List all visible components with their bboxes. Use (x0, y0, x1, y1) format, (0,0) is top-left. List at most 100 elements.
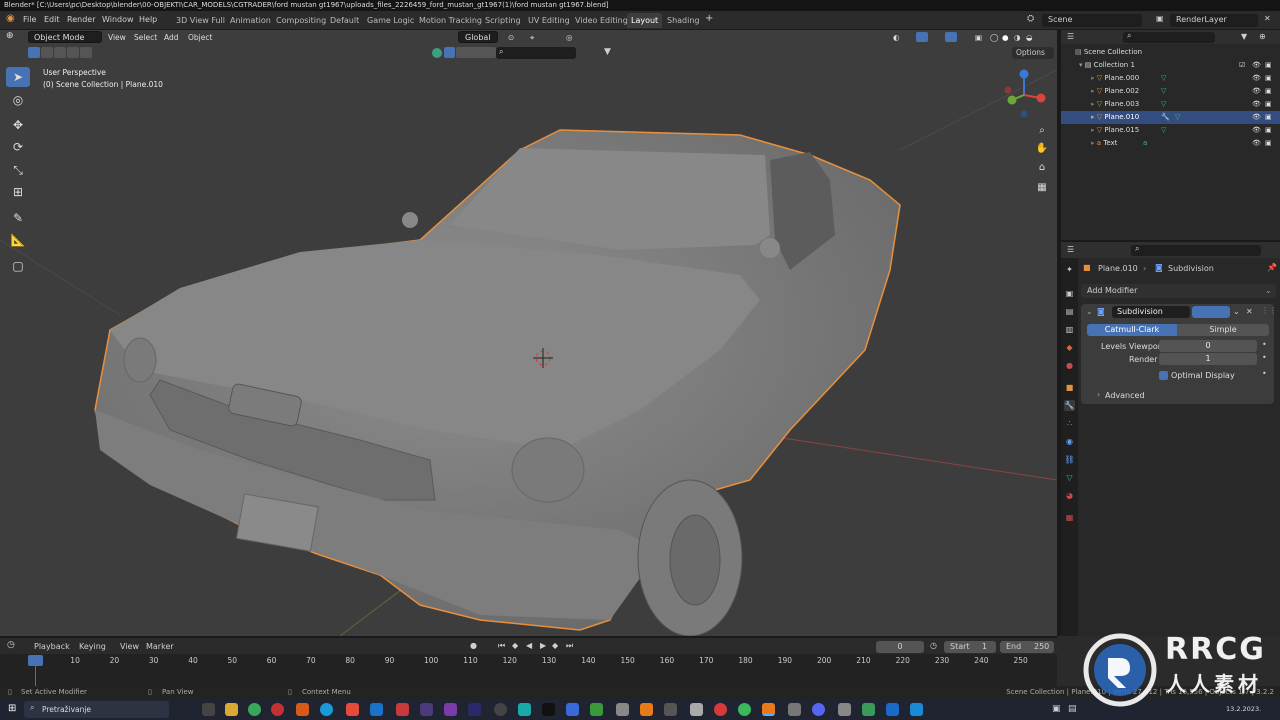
tiktok-icon[interactable] (542, 703, 555, 716)
app7-icon[interactable] (664, 703, 677, 716)
keyframe-dot-icon[interactable]: • (1262, 353, 1267, 362)
menu-render[interactable]: Render (67, 15, 95, 24)
object-tab-icon[interactable]: ■ (1064, 382, 1075, 393)
tab-shading[interactable]: Shading (663, 13, 704, 28)
select-subtract-icon[interactable] (54, 47, 66, 58)
current-frame-input[interactable]: 0 (876, 641, 924, 653)
camera-icon[interactable]: ▣ (1265, 59, 1272, 72)
eye-icon[interactable]: 👁 (1252, 85, 1261, 98)
menu-edit[interactable]: Edit (44, 15, 60, 24)
blender-logo-icon[interactable]: ◉ (6, 13, 15, 24)
editor-type-icon[interactable]: ⊕ (6, 31, 14, 41)
windows-start-icon[interactable]: ⊞ (8, 703, 16, 714)
camera-icon[interactable]: ▣ (1265, 111, 1272, 124)
tab-simple[interactable]: Simple (1177, 324, 1269, 336)
scene-icon[interactable]: ⛭ (1027, 14, 1034, 24)
texture-tab-icon[interactable]: ▦ (1064, 512, 1075, 523)
select-invert-icon[interactable] (67, 47, 79, 58)
camera-tray-icon[interactable]: ▣ (1052, 704, 1061, 714)
opera-icon[interactable] (271, 703, 284, 716)
render-tab-icon[interactable]: ▣ (1064, 288, 1075, 299)
move-tool[interactable]: ✥ (6, 115, 30, 135)
tab-catmull-clark[interactable]: Catmull-Clark (1087, 324, 1177, 336)
draw-box-icon[interactable] (444, 47, 455, 58)
scene-tab-icon[interactable]: ◆ (1064, 342, 1075, 353)
pivot-icon[interactable]: ⊙ (508, 33, 514, 42)
eye-icon[interactable]: 👁 (1252, 59, 1261, 72)
playhead[interactable] (28, 655, 43, 666)
timeline-editor-icon[interactable]: ◷ (7, 640, 15, 650)
app9-icon[interactable] (714, 703, 727, 716)
tab-layout[interactable]: Layout (627, 13, 663, 28)
camera-icon[interactable]: ▣ (1265, 124, 1272, 137)
menu-timeline-view[interactable]: View (120, 642, 139, 651)
cursor-tool[interactable]: ◎ (6, 90, 30, 110)
play-reverse-icon[interactable]: ◀ (526, 641, 532, 650)
app-icon[interactable] (346, 703, 359, 716)
chrome-icon[interactable] (248, 703, 261, 716)
app4-icon[interactable] (566, 703, 579, 716)
data-tab-icon[interactable]: ▽ (1064, 472, 1075, 483)
3d-viewport[interactable]: ⊕ Object Mode View Select Add Object Glo… (0, 30, 1057, 636)
measure-tool[interactable]: 📐 (6, 230, 30, 250)
app5-icon[interactable] (590, 703, 603, 716)
perspective-button[interactable]: ▦ (1032, 177, 1052, 197)
office-icon[interactable] (296, 703, 309, 716)
tool-tab-icon[interactable]: ✦ (1064, 264, 1075, 275)
app13-icon[interactable] (886, 703, 899, 716)
menu-file[interactable]: File (23, 15, 36, 24)
pan-button[interactable]: ✋ (1032, 138, 1052, 158)
app10-icon[interactable] (788, 703, 801, 716)
scale-tool[interactable]: ⤡ (6, 160, 30, 180)
keyframe-dot-icon[interactable]: • (1262, 340, 1267, 349)
tab-3d-view-full[interactable]: 3D View Full (172, 13, 229, 28)
visibility-icon[interactable]: ◐ (893, 33, 900, 42)
outliner-item[interactable]: ▸ a Text a 👁 ▣ (1061, 137, 1280, 150)
frame-ruler[interactable]: 0102030405060708090100110120130140150160… (0, 654, 1057, 686)
drag-handle-icon[interactable]: ⋮⋮ (1261, 306, 1277, 315)
select-new-icon[interactable] (28, 47, 40, 58)
add-workspace-icon[interactable]: + (705, 13, 713, 24)
discord-icon[interactable] (812, 703, 825, 716)
camera-icon[interactable]: ▣ (1265, 98, 1272, 111)
tab-default[interactable]: Default (326, 13, 363, 28)
draw-modes-icon[interactable] (456, 47, 496, 58)
wireframe-shading-icon[interactable]: ◯ (990, 33, 998, 42)
add-modifier-button[interactable]: Add Modifier ⌄ (1081, 284, 1276, 298)
properties-search-input[interactable]: ⌕ (1131, 244, 1261, 256)
eye-icon[interactable]: 👁 (1252, 137, 1261, 150)
mode-selector[interactable]: Object Mode (28, 31, 102, 43)
app12-icon[interactable] (862, 703, 875, 716)
advanced-subpanel[interactable]: Advanced (1105, 391, 1145, 400)
renderlayer-selector[interactable]: RenderLayer (1170, 14, 1258, 27)
tab-uv-editing[interactable]: UV Editing (524, 13, 574, 28)
add-cube-tool[interactable]: ▢ (6, 256, 30, 276)
view-layer-tab-icon[interactable]: ▥ (1064, 324, 1075, 335)
properties-editor-icon[interactable]: ☰ (1067, 245, 1074, 254)
menu-object[interactable]: Object (188, 33, 212, 42)
app14-icon[interactable] (910, 703, 923, 716)
annotate-tool[interactable]: ✎ (6, 208, 30, 228)
optimal-display-checkbox[interactable] (1159, 371, 1168, 380)
new-collection-icon[interactable]: ⊕ (1259, 32, 1266, 41)
modifier-display-toggles[interactable] (1192, 306, 1230, 318)
menu-view[interactable]: View (108, 33, 126, 42)
menu-playback[interactable]: Playback (34, 642, 70, 651)
overlay-toggle-icon[interactable] (945, 32, 957, 42)
menu-help[interactable]: Help (139, 15, 157, 24)
next-keyframe-icon[interactable]: ◆ (552, 641, 558, 650)
outliner-item[interactable]: ▸ ▽ Plane.003 ▽ 👁 ▣ (1061, 98, 1280, 111)
explorer-icon[interactable] (225, 703, 238, 716)
filter-icon[interactable]: ▼ (604, 47, 611, 57)
tab-compositing[interactable]: Compositing (272, 13, 330, 28)
taskbar-search[interactable]: ⌕ Pretraživanje (24, 701, 169, 718)
rotate-tool[interactable]: ⟳ (6, 137, 30, 157)
dropdown-chevron-icon[interactable]: ⌄ (1233, 307, 1240, 316)
options-button[interactable]: Options (1012, 47, 1054, 59)
transform-tool[interactable]: ⊞ (6, 182, 30, 202)
xray-icon[interactable]: ▣ (975, 33, 982, 42)
collapse-chevron-icon[interactable]: ⌄ (1086, 307, 1093, 316)
tab-video-editing[interactable]: Video Editing (571, 13, 632, 28)
app11-icon[interactable] (838, 703, 851, 716)
scene-selector[interactable]: Scene (1042, 14, 1142, 27)
